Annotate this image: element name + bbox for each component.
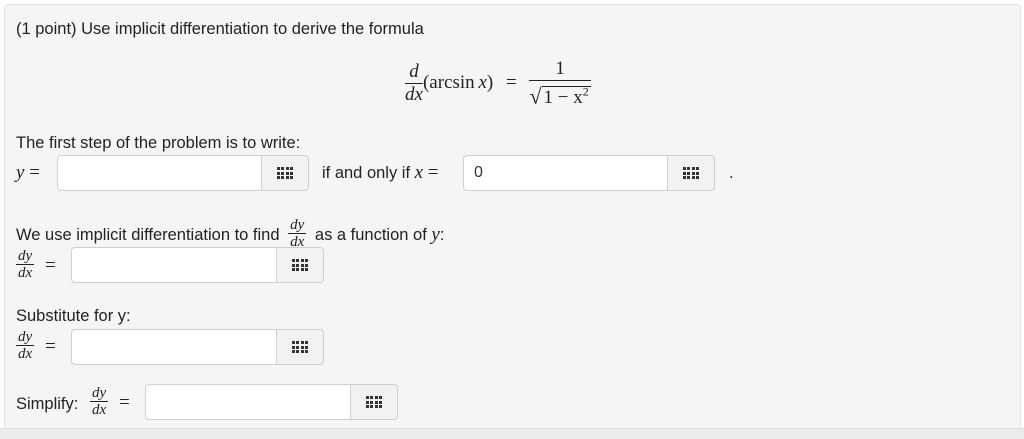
equation-editor-button-4[interactable] xyxy=(276,329,324,365)
step1-y-equals: y = xyxy=(16,162,40,183)
answer-input-dydx[interactable] xyxy=(71,247,276,283)
step4-label: Simplify: xyxy=(16,395,79,413)
equation-editor-button-1[interactable] xyxy=(261,155,309,191)
iff-label: if and only if x = xyxy=(322,162,439,183)
keyboard-grid-icon xyxy=(291,341,309,353)
equation-editor-button-2[interactable] xyxy=(667,155,715,191)
equation-editor-button-5[interactable] xyxy=(350,384,398,420)
step3-dydx-lhs: dy dx xyxy=(16,329,35,362)
step3-label: Substitute for y: xyxy=(16,307,131,325)
step3-equals: = xyxy=(45,336,56,357)
answer-input-y[interactable] xyxy=(57,155,261,191)
step2-dydx-lhs: dy dx xyxy=(16,248,35,281)
equation-editor-button-3[interactable] xyxy=(276,247,324,283)
step4-equals: = xyxy=(119,392,130,413)
problem-intro: (1 point) Use implicit differentiation t… xyxy=(16,20,424,38)
step1-period: . xyxy=(729,164,734,182)
step2-dydx-frac: dy dx xyxy=(288,217,307,250)
step2-equals: = xyxy=(45,255,56,276)
keyboard-grid-icon xyxy=(291,259,309,271)
formula-display: d dx (arcsin x) = 1 √ 1 − x2 xyxy=(405,58,591,109)
answer-input-simplified[interactable] xyxy=(145,384,350,420)
step1-label: The first step of the problem is to writ… xyxy=(16,134,301,152)
formula-rhs-frac: 1 √ 1 − x2 xyxy=(529,58,591,109)
keyboard-grid-icon xyxy=(682,167,700,179)
keyboard-grid-icon xyxy=(276,167,294,179)
footer-bar xyxy=(0,428,1024,439)
step4-dydx-lhs: dy dx xyxy=(90,385,109,418)
formula-derivative-frac: d dx xyxy=(405,61,423,106)
keyboard-grid-icon xyxy=(365,396,383,408)
answer-input-substituted[interactable] xyxy=(71,329,276,365)
answer-input-x[interactable] xyxy=(463,155,667,191)
formula-radicand: 1 − x2 xyxy=(541,85,591,109)
